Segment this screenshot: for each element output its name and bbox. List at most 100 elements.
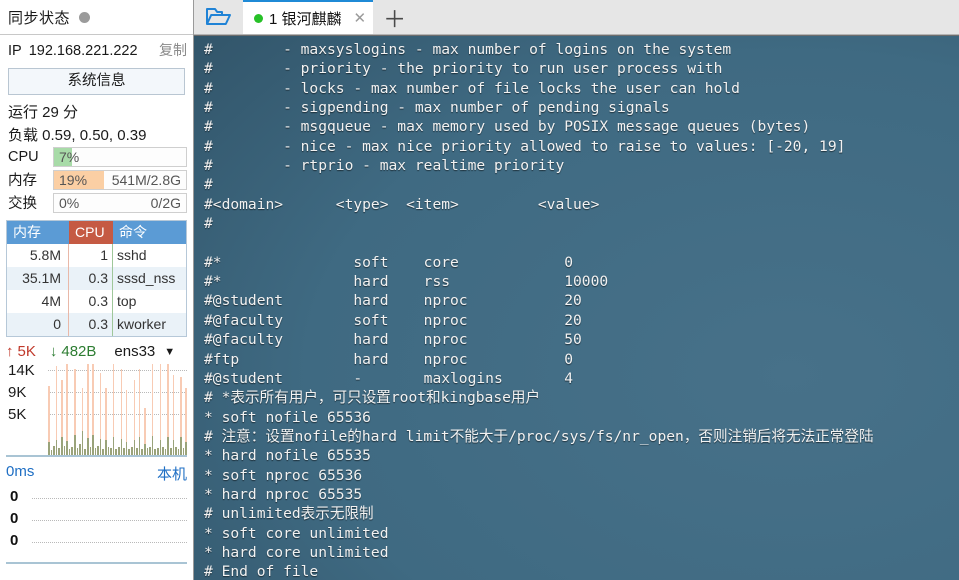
sync-status-row: 同步状态 — [0, 0, 193, 32]
download-bar — [175, 446, 177, 455]
process-table: 内存 CPU 命令 5.8M 1 sshd 35.1M 0.3 sssd_nss 4M 0.3… — [6, 220, 187, 337]
network-bar — [120, 364, 123, 455]
upload-bar — [185, 387, 188, 443]
download-bar — [63, 445, 66, 455]
network-bar — [115, 364, 118, 455]
close-tab-icon[interactable]: ✕ — [354, 9, 367, 27]
download-bar — [123, 447, 125, 455]
cell-mem: 4M — [7, 290, 69, 313]
upload-bar — [120, 369, 123, 439]
network-bar — [102, 364, 105, 455]
download-bar — [154, 448, 156, 455]
network-bar — [182, 364, 185, 455]
cell-cmd: kworker — [117, 316, 167, 332]
download-bar — [138, 436, 141, 455]
network-summary: ↑ 5K ↓ 482B ens33 ▼ — [0, 337, 193, 362]
upload-rate: 5K — [17, 343, 36, 360]
system-info-button[interactable]: 系统信息 — [8, 68, 185, 95]
network-bar — [110, 364, 112, 455]
network-bar — [81, 364, 84, 455]
sync-status-label: 同步状态 — [8, 10, 71, 27]
meter-percent: 0% — [59, 194, 80, 211]
tab-status-dot — [254, 13, 263, 23]
download-bar — [182, 447, 185, 455]
latency-scale: 0ms — [6, 463, 35, 480]
copy-ip-button[interactable]: 复制 — [159, 40, 187, 60]
download-bar — [73, 434, 76, 455]
terminal-content: # - maxsyslogins - max number of logins … — [204, 41, 874, 580]
network-bar — [172, 364, 175, 455]
download-rate: 482B — [61, 343, 97, 360]
network-bar — [143, 364, 146, 455]
cell-cpu: 0.3 — [69, 313, 113, 336]
network-bar — [76, 364, 79, 455]
process-table-header: 内存 CPU 命令 — [7, 221, 186, 244]
terminal-tab[interactable]: 1 银河麒麟 ✕ — [243, 0, 374, 34]
upload-bar — [55, 365, 58, 441]
resource-meters: CPU 7% 内存 19% 541M/2.8G 交换 0% 0/2G — [0, 146, 193, 214]
download-bar — [76, 447, 79, 455]
table-row[interactable]: 4M 0.3 top — [7, 290, 186, 313]
network-graph-y-axis: 14K 9K 5K — [6, 362, 46, 455]
cell-mem: 0 — [7, 313, 69, 336]
process-table-body: 5.8M 1 sshd 35.1M 0.3 sssd_nss 4M 0.3 top 0 0.3 kwo… — [7, 244, 186, 336]
meter-detail: 0/2G — [150, 194, 181, 211]
download-bar — [66, 441, 68, 455]
cell-mem: 5.8M — [7, 244, 69, 267]
uptime-text: 运行 29 分 — [8, 104, 79, 121]
table-row[interactable]: 5.8M 1 sshd — [7, 244, 186, 267]
network-bar — [154, 364, 156, 455]
download-bar — [120, 438, 123, 455]
chevron-down-icon[interactable]: ▼ — [164, 346, 175, 358]
download-bar — [118, 446, 120, 455]
download-bar — [53, 445, 55, 455]
download-bar — [99, 438, 102, 455]
download-bar — [84, 448, 86, 455]
upload-bar — [151, 364, 154, 437]
table-row[interactable]: 0 0.3 kworker — [7, 313, 186, 336]
download-bar — [149, 446, 151, 455]
download-bar — [156, 447, 159, 455]
cell-cmd: sssd_nss — [117, 270, 176, 286]
download-bar — [97, 445, 99, 455]
col-header-command[interactable]: 命令 — [113, 221, 186, 244]
download-bar — [185, 442, 188, 455]
upload-bar — [86, 364, 89, 439]
sync-status-dot — [79, 12, 91, 23]
download-bar — [162, 446, 164, 455]
download-bar — [172, 440, 175, 455]
download-bar — [143, 444, 146, 455]
network-bar — [169, 364, 172, 455]
system-monitor-sidebar: 同步状态 IP 192.168.221.222 复制 系统信息 运行 29 分 … — [0, 0, 194, 580]
col-header-cpu[interactable]: CPU — [69, 221, 113, 244]
network-bar — [141, 364, 143, 455]
y-label-0: 14K — [8, 362, 35, 379]
network-bar — [125, 364, 128, 455]
open-folder-button[interactable] — [194, 0, 243, 34]
tab-title: 1 银河麒麟 — [269, 10, 342, 28]
network-bar — [185, 364, 188, 455]
load-average-text: 负载 0.59, 0.50, 0.39 — [8, 127, 147, 144]
cell-mem: 35.1M — [7, 267, 69, 290]
download-bar — [164, 448, 167, 455]
ip-value: 192.168.221.222 — [28, 43, 138, 59]
network-interface-select[interactable]: ens33 — [114, 343, 155, 360]
table-row[interactable]: 35.1M 0.3 sssd_nss — [7, 267, 186, 290]
meter-row-内存: 内存 19% 541M/2.8G — [0, 168, 193, 191]
y-label-1: 9K — [8, 384, 27, 401]
network-bar — [63, 364, 66, 455]
col-header-memory[interactable]: 内存 — [7, 221, 69, 244]
upload-bar — [180, 376, 182, 437]
meter-row-交换: 交换 0% 0/2G — [0, 191, 193, 214]
latency-graph: 0 0 0 — [6, 486, 187, 564]
upload-bar — [73, 369, 76, 435]
network-bar — [112, 364, 115, 455]
upload-bar — [66, 364, 68, 442]
download-bar — [131, 446, 133, 455]
meter-row-CPU: CPU 7% — [0, 146, 193, 168]
cell-cmd: top — [117, 293, 137, 309]
network-bar — [97, 364, 99, 455]
latency-host[interactable]: 本机 — [157, 463, 187, 484]
new-tab-button[interactable]: ＋ — [373, 8, 416, 34]
terminal-screen[interactable]: # - maxsyslogins - max number of logins … — [194, 35, 959, 580]
